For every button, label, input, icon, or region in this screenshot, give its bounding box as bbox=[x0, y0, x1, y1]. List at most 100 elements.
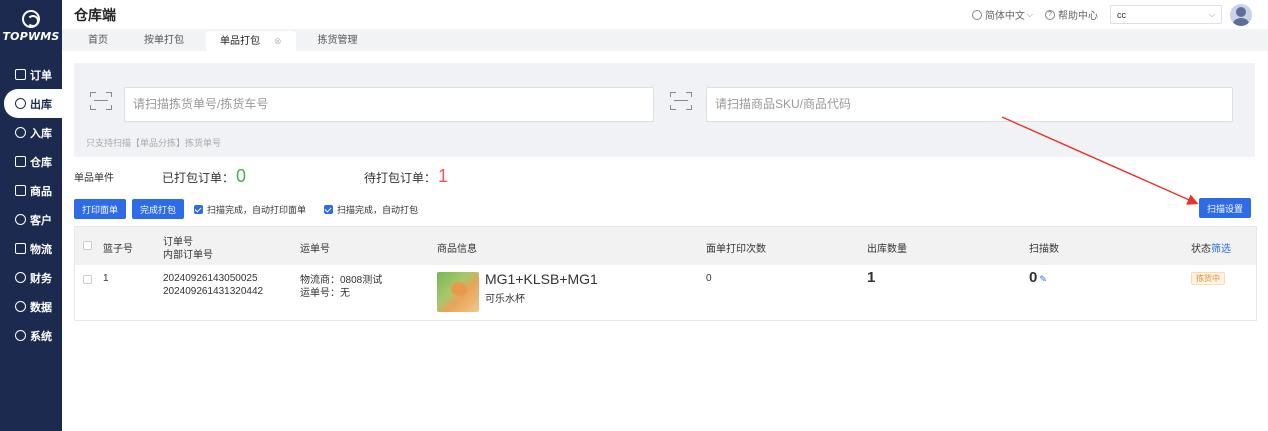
scan-count-cell: 0 ✎ bbox=[1029, 269, 1047, 286]
pending-label: 待打包订单： bbox=[364, 170, 437, 185]
logo-icon bbox=[22, 9, 40, 28]
sidebar-item-orders[interactable]: 订单 bbox=[0, 60, 62, 89]
product-image bbox=[437, 272, 479, 312]
chevron-down-icon: ⌵ bbox=[1208, 9, 1215, 19]
pending-orders: 待打包订单： 1 bbox=[364, 166, 448, 187]
print-count-cell: 0 bbox=[706, 273, 712, 284]
sidebar-item-label: 出库 bbox=[30, 98, 52, 111]
sidebar-item-label: 物流 bbox=[30, 243, 52, 256]
sku-scan-input[interactable]: 请扫描商品SKU/商品代码 bbox=[706, 87, 1233, 122]
pack-stats: 单品单件 已打包订单： 0 待打包订单： 1 bbox=[74, 165, 448, 187]
status-cell: 拣货中 bbox=[1191, 272, 1225, 285]
filter-link[interactable]: 筛选 bbox=[1211, 244, 1231, 255]
logistics-icon bbox=[15, 243, 26, 254]
pick-scan-input[interactable]: 请扫描拣货单号/拣货车号 bbox=[124, 87, 654, 122]
data-icon bbox=[15, 301, 26, 312]
top-bar: 仓库端 简体中文 ⌵ ? 帮助中心 cc ⌵ bbox=[62, 0, 1268, 29]
table-row: 1 20240926143050025 202409261431320442 物… bbox=[75, 265, 1256, 320]
help-label: 帮助中心 bbox=[1058, 11, 1098, 22]
tab-home[interactable]: 首页 bbox=[74, 31, 122, 51]
sidebar-nav: 订单 出库 入库 仓库 商品 客户 物流 财务 数据 系统 bbox=[0, 60, 62, 350]
sidebar-item-label: 客户 bbox=[30, 214, 52, 227]
sidebar-item-inbound[interactable]: 入库 bbox=[0, 118, 62, 147]
product-subtitle: 可乐水杯 bbox=[485, 294, 525, 305]
sidebar-item-label: 商品 bbox=[30, 185, 52, 198]
packed-value: 0 bbox=[236, 165, 247, 186]
inbound-icon bbox=[15, 127, 26, 138]
inner-order-no-cell: 202409261431320442 bbox=[163, 286, 264, 297]
scan-count-value: 0 bbox=[1029, 269, 1038, 286]
checkbox-checked[interactable] bbox=[324, 204, 334, 214]
product-icon bbox=[15, 185, 26, 196]
table-header: 篮子号 订单号 内部订单号 运单号 商品信息 面单打印次数 出库数量 扫描数 状… bbox=[75, 227, 1256, 265]
language-selector[interactable]: 简体中文 ⌵ bbox=[971, 7, 1033, 22]
tab-order-pack[interactable]: 按单打包 bbox=[130, 31, 198, 51]
sidebar-item-customers[interactable]: 客户 bbox=[0, 205, 62, 234]
tab-single-pack[interactable]: 单品打包 ⊗ bbox=[206, 31, 296, 51]
main-content: 请扫描拣货单号/拣货车号 请扫描商品SKU/商品代码 只支持扫描【单品分拣】拣货… bbox=[62, 51, 1268, 431]
row-checkbox[interactable] bbox=[83, 275, 92, 284]
sidebar-item-system[interactable]: 系统 bbox=[0, 321, 62, 350]
globe-icon bbox=[971, 9, 982, 20]
col-inner-order-no: 内部订单号 bbox=[163, 250, 213, 261]
status-badge: 拣货中 bbox=[1191, 272, 1225, 285]
checkbox-label: 扫描完成，自动打包 bbox=[337, 204, 419, 215]
checkbox-label: 扫描完成，自动打印面单 bbox=[207, 204, 307, 215]
language-label: 简体中文 bbox=[984, 11, 1025, 22]
col-basket: 篮子号 bbox=[103, 244, 133, 255]
customer-icon bbox=[15, 214, 26, 225]
logo-text: TOPWMS bbox=[2, 29, 60, 43]
sidebar-item-products[interactable]: 商品 bbox=[0, 176, 62, 205]
sidebar-item-finance[interactable]: 财务 bbox=[0, 263, 62, 292]
user-select-value: cc bbox=[1117, 9, 1126, 20]
stats-mode-label: 单品单件 bbox=[74, 172, 114, 184]
scan-panel: 请扫描拣货单号/拣货车号 请扫描商品SKU/商品代码 只支持扫描【单品分拣】拣货… bbox=[74, 63, 1255, 157]
sidebar-item-label: 订单 bbox=[30, 69, 52, 82]
basket-cell: 1 bbox=[103, 273, 109, 284]
sidebar-item-label: 系统 bbox=[30, 330, 52, 343]
col-scan-count: 扫描数 bbox=[1029, 244, 1059, 255]
tab-label: 拣货管理 bbox=[317, 35, 358, 46]
sidebar-item-label: 财务 bbox=[30, 272, 52, 285]
scan-icon bbox=[670, 92, 692, 110]
auto-pack-checkbox[interactable]: 扫描完成，自动打包 bbox=[324, 203, 418, 216]
sidebar-item-label: 入库 bbox=[30, 127, 52, 140]
edit-icon[interactable]: ✎ bbox=[1039, 274, 1047, 284]
sidebar-item-label: 仓库 bbox=[30, 156, 52, 169]
warehouse-icon bbox=[15, 156, 26, 167]
sidebar-item-logistics[interactable]: 物流 bbox=[0, 234, 62, 263]
user-select[interactable]: cc ⌵ bbox=[1110, 5, 1222, 24]
sidebar-item-label: 数据 bbox=[30, 301, 52, 314]
document-icon bbox=[15, 69, 26, 80]
outbound-icon bbox=[15, 98, 26, 109]
close-icon[interactable]: ⊗ bbox=[274, 36, 282, 46]
sidebar-item-outbound[interactable]: 出库 bbox=[4, 89, 62, 118]
scan-settings-button[interactable]: 扫描设置 bbox=[1198, 198, 1251, 218]
sidebar-item-warehouse[interactable]: 仓库 bbox=[0, 147, 62, 176]
finance-icon bbox=[15, 272, 26, 283]
tab-bar: 首页 按单打包 单品打包 ⊗ 拣货管理 bbox=[62, 29, 1268, 51]
scan-hint: 只支持扫描【单品分拣】拣货单号 bbox=[86, 138, 222, 148]
pending-value: 1 bbox=[438, 165, 449, 186]
out-qty-cell: 1 bbox=[867, 269, 876, 286]
print-label-button[interactable]: 打印面单 bbox=[74, 199, 127, 219]
order-no-cell: 20240926143050025 bbox=[163, 273, 258, 284]
toolbar: 打印面单 完成打包 扫描完成，自动打印面单 扫描完成，自动打包 bbox=[74, 198, 432, 220]
avatar[interactable] bbox=[1230, 3, 1252, 26]
packed-label: 已打包订单： bbox=[162, 170, 235, 185]
app-title: 仓库端 bbox=[74, 6, 116, 23]
col-waybill: 运单号 bbox=[300, 244, 330, 255]
checkbox-checked[interactable] bbox=[194, 204, 204, 214]
logo: TOPWMS bbox=[0, 0, 62, 52]
tab-label: 按单打包 bbox=[144, 35, 184, 46]
col-out-qty: 出库数量 bbox=[867, 244, 907, 255]
complete-pack-button[interactable]: 完成打包 bbox=[132, 199, 185, 219]
sidebar-item-data[interactable]: 数据 bbox=[0, 292, 62, 321]
tab-label: 单品打包 bbox=[220, 36, 260, 47]
help-center-link[interactable]: ? 帮助中心 bbox=[1045, 7, 1098, 22]
sidebar: TOPWMS 订单 出库 入库 仓库 商品 客户 物流 财务 数据 系统 bbox=[0, 0, 62, 431]
top-right-controls: 简体中文 ⌵ ? 帮助中心 cc ⌵ bbox=[971, 0, 1268, 29]
select-all-checkbox[interactable] bbox=[83, 241, 92, 250]
auto-print-checkbox[interactable]: 扫描完成，自动打印面单 bbox=[194, 203, 306, 216]
tab-picking[interactable]: 拣货管理 bbox=[304, 31, 372, 51]
